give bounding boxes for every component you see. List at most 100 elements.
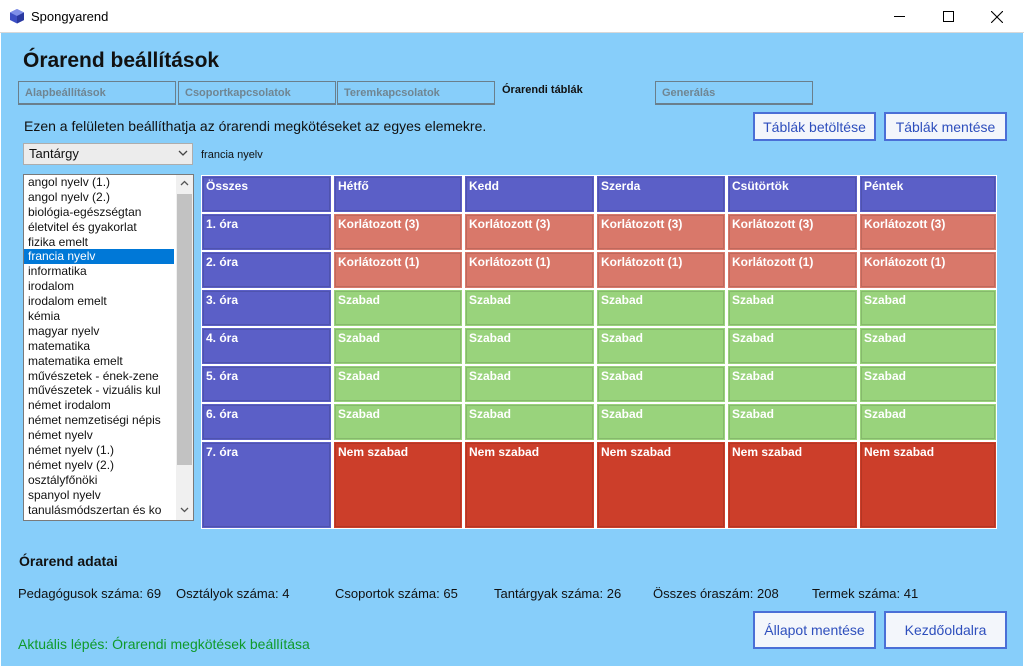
period-header-cell[interactable]: 1. óra: [201, 213, 332, 251]
list-item[interactable]: osztályfőnöki: [24, 473, 174, 488]
tab-alapbeallitasok[interactable]: Alapbeállítások: [18, 81, 176, 105]
list-item[interactable]: matematika: [24, 339, 174, 354]
timetable-cell[interactable]: Korlátozott (3): [596, 213, 726, 251]
subject-list[interactable]: angol nyelv (1.) angol nyelv (2.) biológia…: [23, 174, 194, 521]
timetable-cell[interactable]: Szabad: [727, 327, 858, 365]
timetable-cell[interactable]: Korlátozott (1): [464, 251, 595, 289]
timetable-cell[interactable]: Nem szabad: [859, 441, 997, 529]
timetable-cell[interactable]: Korlátozott (1): [333, 251, 463, 289]
day-header-cell[interactable]: Hétfő: [333, 175, 463, 213]
timetable-cell[interactable]: Szabad: [464, 403, 595, 441]
list-item[interactable]: irodalom: [24, 279, 174, 294]
tab-generalas[interactable]: Generálás: [655, 81, 813, 105]
period-header-cell-label: 3. óra: [206, 293, 239, 307]
period-header-cell[interactable]: 5. óra: [201, 365, 332, 403]
timetable-cell[interactable]: Szabad: [727, 289, 858, 327]
timetable-cell-label: Szabad: [338, 407, 381, 421]
list-item[interactable]: kémia: [24, 309, 174, 324]
timetable-cell[interactable]: Szabad: [333, 327, 463, 365]
timetable-cell[interactable]: Szabad: [464, 289, 595, 327]
timetable-cell[interactable]: Szabad: [727, 365, 858, 403]
list-item[interactable]: informatika: [24, 264, 174, 279]
list-item[interactable]: irodalom emelt: [24, 294, 174, 309]
list-item[interactable]: művészetek - ének-zene: [24, 369, 174, 384]
list-item[interactable]: német nyelv: [24, 428, 174, 443]
save-tables-button[interactable]: Táblák mentése: [884, 112, 1007, 141]
timetable-cell[interactable]: Szabad: [859, 365, 997, 403]
timetable-cell[interactable]: Nem szabad: [464, 441, 595, 529]
timetable-cell[interactable]: Korlátozott (1): [727, 251, 858, 289]
load-tables-button[interactable]: Táblák betöltése: [753, 112, 876, 141]
timetable-cell[interactable]: Korlátozott (3): [727, 213, 858, 251]
period-header-cell[interactable]: 6. óra: [201, 403, 332, 441]
timetable-cell[interactable]: Szabad: [596, 289, 726, 327]
timetable-cell[interactable]: Korlátozott (3): [333, 213, 463, 251]
timetable-cell-label: Nem szabad: [732, 445, 803, 459]
list-item[interactable]: német nyelv (1.): [24, 443, 174, 458]
list-item[interactable]: életvitel és gyakorlat: [24, 220, 174, 235]
timetable-cell[interactable]: Szabad: [464, 365, 595, 403]
list-item[interactable]: német nyelv (2.): [24, 458, 174, 473]
timetable-cell-label: Korlátozott (3): [469, 217, 551, 231]
subject-list-items: angol nyelv (1.) angol nyelv (2.) biológia…: [24, 175, 193, 517]
timetable-cell[interactable]: Szabad: [859, 289, 997, 327]
timetable-cell[interactable]: Korlátozott (1): [596, 251, 726, 289]
timetable-cell[interactable]: Szabad: [596, 327, 726, 365]
minimize-button[interactable]: [876, 0, 922, 33]
list-item[interactable]: tanulásmódszertan és ko: [24, 503, 174, 518]
timetable-cell[interactable]: Szabad: [333, 365, 463, 403]
tab-orarendi-tablak[interactable]: Órarendi táblák: [496, 81, 646, 105]
list-item[interactable]: fizika emelt: [24, 235, 174, 250]
list-item[interactable]: francia nyelv: [24, 249, 174, 265]
list-item[interactable]: német irodalom: [24, 398, 174, 413]
element-type-select[interactable]: Tantárgy: [23, 143, 193, 165]
scroll-down-icon[interactable]: [180, 507, 189, 513]
list-item[interactable]: angol nyelv (1.): [24, 175, 174, 190]
day-header-cell[interactable]: Csütörtök: [727, 175, 858, 213]
day-header-cell-label: Csütörtök: [732, 179, 789, 193]
list-item[interactable]: biológia-egészségtan: [24, 205, 174, 220]
timetable-cell[interactable]: Szabad: [596, 365, 726, 403]
list-item[interactable]: matematika emelt: [24, 354, 174, 369]
timetable-cell[interactable]: Korlátozott (3): [859, 213, 997, 251]
scroll-up-icon[interactable]: [180, 180, 189, 186]
save-state-button[interactable]: Állapot mentése: [753, 611, 876, 649]
day-header-cell[interactable]: Péntek: [859, 175, 997, 213]
timetable-cell[interactable]: Szabad: [859, 327, 997, 365]
scroll-thumb[interactable]: [177, 194, 192, 465]
home-button[interactable]: Kezdőoldalra: [884, 611, 1007, 649]
timetable-cell[interactable]: Nem szabad: [333, 441, 463, 529]
day-header-cell[interactable]: Szerda: [596, 175, 726, 213]
timetable-cell[interactable]: Nem szabad: [596, 441, 726, 529]
tab-csoportkapcsolatok[interactable]: Csoportkapcsolatok: [178, 81, 336, 105]
timetable-cell[interactable]: Korlátozott (1): [859, 251, 997, 289]
timetable-cell[interactable]: Szabad: [859, 403, 997, 441]
list-item[interactable]: német nemzetiségi népis: [24, 413, 174, 428]
timetable-cell-label: Szabad: [864, 331, 907, 345]
stat-total-hours: Összes óraszám: 208: [653, 586, 779, 601]
list-item[interactable]: művészetek - vizuális kul: [24, 383, 174, 398]
day-header-cell[interactable]: Kedd: [464, 175, 595, 213]
list-item[interactable]: magyar nyelv: [24, 324, 174, 339]
timetable-cell[interactable]: Szabad: [464, 327, 595, 365]
timetable-cell[interactable]: Szabad: [333, 289, 463, 327]
list-scrollbar[interactable]: [176, 175, 193, 520]
grid-corner-cell[interactable]: Összes: [201, 175, 332, 213]
period-header-cell[interactable]: 7. óra: [201, 441, 332, 529]
timetable-cell-label: Szabad: [601, 407, 644, 421]
timetable-cell[interactable]: Szabad: [727, 403, 858, 441]
close-button[interactable]: [974, 0, 1020, 33]
timetable-cell[interactable]: Szabad: [333, 403, 463, 441]
timetable-cell[interactable]: Nem szabad: [727, 441, 858, 529]
timetable-cell[interactable]: Szabad: [596, 403, 726, 441]
maximize-button[interactable]: [925, 0, 971, 33]
list-item[interactable]: spanyol nyelv: [24, 488, 174, 503]
tab-teremkapcsolatok[interactable]: Teremkapcsolatok: [337, 81, 495, 105]
period-header-cell[interactable]: 4. óra: [201, 327, 332, 365]
period-header-cell[interactable]: 3. óra: [201, 289, 332, 327]
list-item[interactable]: angol nyelv (2.): [24, 190, 174, 205]
timetable-cell[interactable]: Korlátozott (3): [464, 213, 595, 251]
status-text: Aktuális lépés: Órarendi megkötések beál…: [18, 636, 310, 652]
timetable-cell-label: Szabad: [338, 293, 381, 307]
period-header-cell[interactable]: 2. óra: [201, 251, 332, 289]
